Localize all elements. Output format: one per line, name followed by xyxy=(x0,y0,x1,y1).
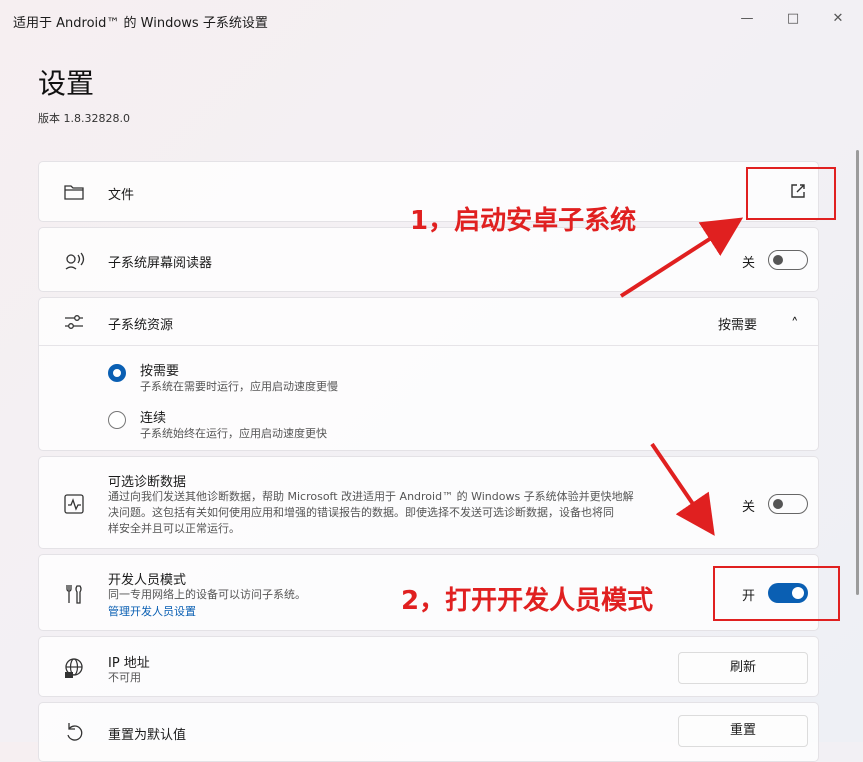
resources-selected-value: 按需要 xyxy=(718,318,758,333)
diagnostics-icon xyxy=(63,493,85,515)
resources-header[interactable]: 子系统资源 按需要 ˄ xyxy=(39,298,818,346)
developer-mode-label: 开发人员模式 xyxy=(108,573,187,588)
radio-continuous[interactable] xyxy=(108,411,126,429)
annotation-step-2: 2，打开开发人员模式 xyxy=(401,586,654,616)
folder-icon xyxy=(63,181,85,203)
diagnostics-card: 可选诊断数据 通过向我们发送其他诊断数据，帮助 Microsoft 改进适用于 … xyxy=(38,456,819,549)
radio-continuous-desc: 子系统始终在运行，应用启动速度更快 xyxy=(140,427,327,440)
version-label: 版本 1.8.32828.0 xyxy=(38,112,130,125)
title-bar: 适用于 Android™ 的 Windows 子系统设置 — □ ✕ xyxy=(0,0,863,40)
screen-reader-icon xyxy=(63,250,85,272)
annotation-step-1: 1，启动安卓子系统 xyxy=(410,206,637,236)
developer-tools-icon xyxy=(63,583,85,605)
resources-card: 子系统资源 按需要 ˄ 按需要 子系统在需要时运行，应用启动速度更慢 连续 子系… xyxy=(38,297,819,451)
radio-continuous-label: 连续 xyxy=(140,411,167,426)
ip-address-label: IP 地址 xyxy=(108,656,150,671)
screen-reader-toggle[interactable] xyxy=(768,250,808,270)
files-label: 文件 xyxy=(108,188,135,203)
close-button[interactable]: ✕ xyxy=(823,8,853,30)
reset-label: 重置为默认值 xyxy=(108,728,187,743)
page-title: 设置 xyxy=(38,67,95,100)
scrollbar[interactable] xyxy=(856,150,859,595)
diagnostics-state: 关 xyxy=(742,500,756,515)
ip-address-value: 不可用 xyxy=(108,671,141,684)
globe-icon xyxy=(63,657,85,679)
diagnostics-label: 可选诊断数据 xyxy=(108,475,187,490)
resources-label: 子系统资源 xyxy=(108,318,174,333)
maximize-button[interactable]: □ xyxy=(778,8,808,30)
sliders-icon xyxy=(63,311,85,333)
diagnostics-desc-line-2: 决问题。这包括有关如何使用应用和增强的错误报告的数据。即使选择不发送可选诊断数据… xyxy=(108,506,614,519)
reset-button[interactable]: 重置 xyxy=(678,715,808,747)
annotation-box-open-files xyxy=(746,167,836,220)
window-title: 适用于 Android™ 的 Windows 子系统设置 xyxy=(13,16,268,31)
reset-card: 重置为默认值 重置 xyxy=(38,702,819,762)
refresh-button[interactable]: 刷新 xyxy=(678,652,808,684)
screen-reader-label: 子系统屏幕阅读器 xyxy=(108,256,213,271)
radio-on-demand[interactable] xyxy=(108,364,126,382)
diagnostics-desc-line-1: 通过向我们发送其他诊断数据，帮助 Microsoft 改进适用于 Android… xyxy=(108,490,634,503)
ip-address-card: IP 地址 不可用 刷新 xyxy=(38,636,819,697)
radio-on-demand-label: 按需要 xyxy=(140,364,180,379)
radio-on-demand-desc: 子系统在需要时运行，应用启动速度更慢 xyxy=(140,380,338,393)
annotation-box-developer-toggle xyxy=(713,566,840,621)
minimize-button[interactable]: — xyxy=(732,8,762,30)
diagnostics-toggle[interactable] xyxy=(768,494,808,514)
developer-mode-desc: 同一专用网络上的设备可以访问子系统。 xyxy=(108,588,306,601)
manage-developer-settings-link[interactable]: 管理开发人员设置 xyxy=(108,603,196,619)
chevron-up-icon[interactable]: ˄ xyxy=(791,315,799,333)
screen-reader-state: 关 xyxy=(742,256,756,271)
diagnostics-desc-line-3: 样安全并且可以正常运行。 xyxy=(108,522,240,535)
reset-icon xyxy=(63,721,85,743)
